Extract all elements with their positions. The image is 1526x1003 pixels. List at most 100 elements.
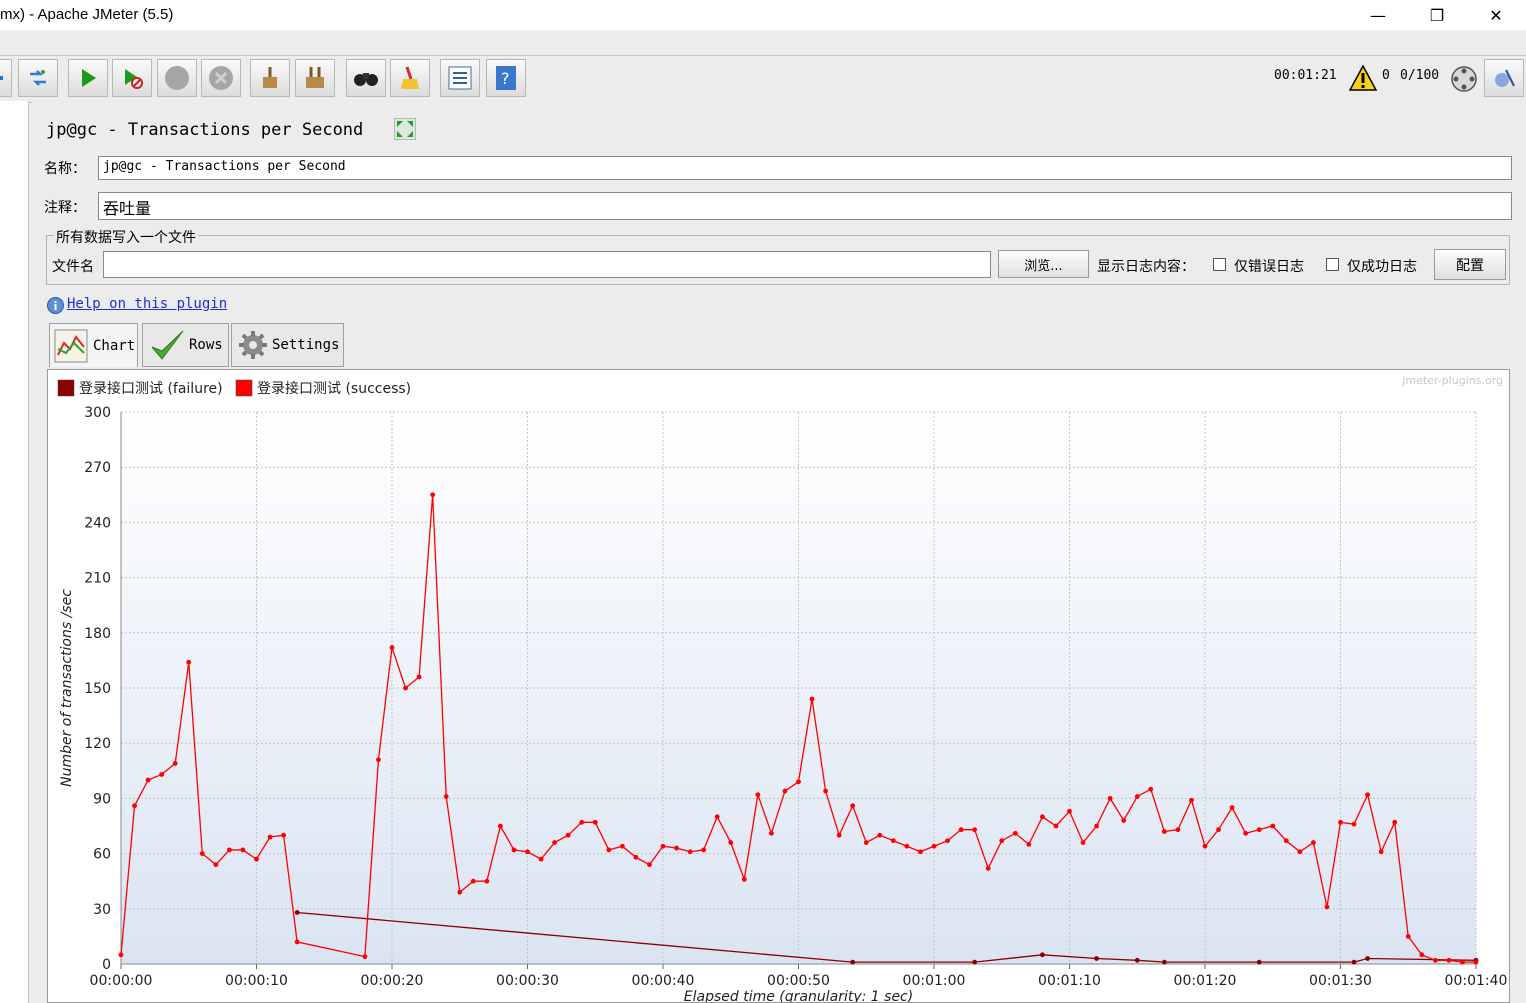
data-point bbox=[1283, 838, 1289, 844]
legend-swatch bbox=[57, 379, 75, 397]
comment-field[interactable]: 吞吐量 bbox=[98, 192, 1512, 220]
data-point bbox=[457, 889, 463, 895]
shutdown-button[interactable] bbox=[201, 59, 241, 97]
data-point bbox=[145, 777, 151, 783]
errors-only-checkbox[interactable] bbox=[1213, 258, 1226, 271]
data-point bbox=[498, 823, 503, 829]
data-point bbox=[958, 827, 964, 833]
minimize-button[interactable]: — bbox=[1348, 0, 1408, 30]
legend-label: 登录接口测试 (failure) bbox=[79, 380, 223, 397]
y-tick-label: 30 bbox=[93, 902, 111, 918]
data-point bbox=[890, 838, 896, 844]
checkmark-icon bbox=[151, 330, 184, 360]
browse-button[interactable]: 浏览... bbox=[998, 250, 1089, 278]
tab-settings[interactable]: Settings bbox=[231, 323, 344, 367]
search-button[interactable] bbox=[346, 59, 386, 97]
clear-all-button[interactable] bbox=[295, 59, 335, 97]
maximize-button[interactable]: ❐ bbox=[1407, 0, 1467, 30]
function-helper-button[interactable] bbox=[440, 59, 480, 97]
tab-rows[interactable]: Rows bbox=[142, 323, 229, 367]
shutdown-icon bbox=[209, 66, 233, 90]
reset-search-button[interactable] bbox=[390, 59, 430, 97]
y-tick-label: 300 bbox=[84, 405, 111, 421]
toggle-button[interactable] bbox=[18, 59, 58, 97]
close-button[interactable]: ✕ bbox=[1466, 0, 1526, 30]
chart-svg: 0 30 60 90 120 150 180 210 240 270 300 00:00:00 00:0… bbox=[57, 374, 1507, 1003]
data-point bbox=[999, 838, 1005, 844]
configure-button[interactable]: 配置 bbox=[1434, 249, 1506, 280]
start-button[interactable] bbox=[68, 59, 108, 97]
expand-icon[interactable] bbox=[394, 118, 416, 140]
window-title: mx) - Apache JMeter (5.5) bbox=[0, 6, 174, 23]
data-point bbox=[850, 959, 856, 965]
x-tick-label: 00:01:10 bbox=[1038, 973, 1101, 989]
data-point bbox=[1270, 823, 1276, 829]
tab-settings-label: Settings bbox=[272, 337, 340, 353]
data-point bbox=[1175, 827, 1181, 833]
data-point bbox=[592, 819, 598, 825]
clear-button[interactable] bbox=[250, 59, 290, 97]
data-point bbox=[1080, 840, 1086, 845]
data-point bbox=[1256, 959, 1262, 965]
data-point bbox=[1189, 797, 1194, 803]
x-axis-title: Elapsed time (granularity: 1 sec) bbox=[684, 989, 913, 1003]
cut-button[interactable] bbox=[0, 59, 12, 97]
data-point bbox=[281, 832, 286, 838]
data-point bbox=[443, 794, 449, 799]
y-tick-label: 0 bbox=[102, 957, 111, 973]
start-no-pauses-button[interactable] bbox=[112, 59, 152, 97]
play-icon bbox=[82, 69, 96, 87]
data-point bbox=[227, 847, 232, 853]
success-only-checkbox[interactable] bbox=[1326, 258, 1339, 271]
data-point bbox=[1392, 819, 1398, 825]
name-field[interactable]: jp@gc - Transactions per Second bbox=[98, 156, 1512, 180]
x-tick-label: 00:00:40 bbox=[632, 973, 695, 989]
stop-button[interactable] bbox=[157, 59, 197, 97]
data-point bbox=[511, 847, 517, 853]
data-point bbox=[931, 843, 937, 849]
data-point bbox=[1405, 934, 1411, 939]
data-point bbox=[376, 757, 381, 763]
y-tick-label: 90 bbox=[93, 791, 111, 807]
data-point bbox=[1243, 830, 1249, 836]
active-threads: 0/100 bbox=[1400, 68, 1440, 83]
data-point bbox=[1107, 796, 1113, 801]
svg-text:?: ? bbox=[501, 69, 510, 88]
filename-input[interactable] bbox=[103, 251, 991, 278]
name-label: 名称： bbox=[44, 161, 86, 177]
file-group-title: 所有数据写入一个文件 bbox=[54, 227, 198, 247]
elapsed-timer: 00:01:21 bbox=[1274, 68, 1337, 83]
help-button[interactable]: ? bbox=[486, 59, 526, 97]
data-point bbox=[213, 862, 219, 868]
data-point bbox=[809, 696, 815, 702]
toggle-icon bbox=[30, 70, 46, 86]
data-point bbox=[484, 878, 490, 884]
x-tick-label: 00:01:20 bbox=[1174, 973, 1237, 989]
comment-label: 注释： bbox=[44, 200, 86, 216]
data-point bbox=[159, 772, 165, 777]
data-point bbox=[1378, 849, 1384, 855]
warning-icon[interactable] bbox=[1349, 65, 1377, 91]
tab-chart[interactable]: Chart bbox=[49, 323, 138, 367]
data-point bbox=[1365, 956, 1370, 961]
data-point bbox=[1460, 959, 1465, 965]
data-point bbox=[769, 830, 774, 836]
help-plugin-link[interactable]: Help on this plugin bbox=[67, 296, 227, 312]
data-point bbox=[172, 761, 178, 766]
data-point bbox=[1067, 808, 1072, 814]
data-point bbox=[647, 862, 652, 868]
x-tick-label: 00:00:10 bbox=[225, 973, 288, 989]
data-point bbox=[714, 814, 720, 820]
log-viewer-button[interactable] bbox=[1484, 59, 1524, 97]
test-plan-tree[interactable] bbox=[0, 101, 29, 1003]
data-point bbox=[240, 847, 246, 853]
data-point bbox=[863, 840, 869, 845]
errors-only-label: 仅错误日志 bbox=[1234, 259, 1304, 275]
data-point bbox=[850, 803, 856, 809]
main-toolbar: ? 00:01:21 0 0/100 bbox=[0, 55, 1526, 103]
idle-status-icon bbox=[1451, 66, 1477, 92]
x-tick-label: 00:01:30 bbox=[1309, 973, 1372, 989]
data-point bbox=[470, 878, 476, 884]
data-point bbox=[1297, 849, 1303, 855]
broom-all-icon bbox=[306, 67, 324, 88]
